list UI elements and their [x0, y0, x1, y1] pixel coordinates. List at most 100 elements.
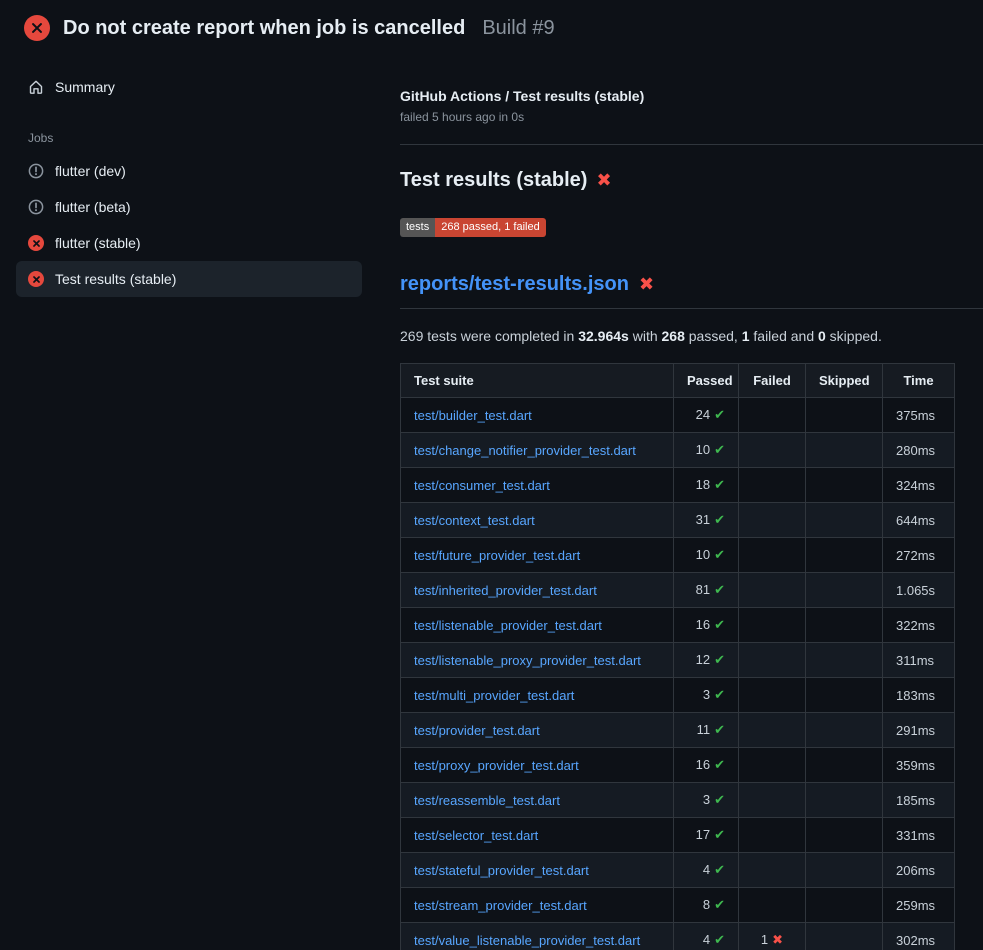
failed-cell: ✖ — [739, 783, 806, 818]
test-suite-link[interactable]: test/builder_test.dart — [414, 408, 532, 423]
test-suite-link[interactable]: test/inherited_provider_test.dart — [414, 583, 597, 598]
time-cell: 311ms — [883, 643, 955, 678]
test-suite-link[interactable]: test/change_notifier_provider_test.dart — [414, 443, 636, 458]
test-suite-link[interactable]: test/provider_test.dart — [414, 723, 540, 738]
failed-cell: ✖ — [739, 678, 806, 713]
failed-status-icon — [28, 235, 44, 251]
skipped-cell — [806, 888, 883, 923]
test-suite-link[interactable]: test/context_test.dart — [414, 513, 535, 528]
jobs-section-label: Jobs — [28, 131, 362, 145]
failed-cell: ✖ — [739, 608, 806, 643]
test-suite-link[interactable]: test/stream_provider_test.dart — [414, 898, 587, 913]
sidebar-job-item[interactable]: flutter (beta) — [16, 189, 362, 225]
passed-cell: 3✔ — [674, 783, 739, 818]
test-suite-link[interactable]: test/reassemble_test.dart — [414, 793, 560, 808]
failed-status-icon — [28, 271, 44, 287]
failed-cell: ✖ — [739, 643, 806, 678]
sidebar-job-label: flutter (stable) — [55, 235, 141, 251]
test-suite-link[interactable]: test/future_provider_test.dart — [414, 548, 580, 563]
table-header-row: Test suite Passed Failed Skipped Time — [401, 364, 955, 398]
test-suite-link[interactable]: test/listenable_provider_test.dart — [414, 618, 602, 633]
passed-cell: 4✔ — [674, 923, 739, 950]
check-icon: ✔ — [714, 688, 725, 703]
breadcrumb: GitHub Actions / Test results (stable) — [400, 88, 952, 104]
check-icon: ✔ — [714, 478, 725, 493]
section-title: Test results (stable) ✖ — [400, 169, 952, 192]
sidebar-job-item[interactable]: Test results (stable) — [16, 261, 362, 297]
skipped-cell — [806, 923, 883, 950]
sidebar-item-summary[interactable]: Summary — [16, 69, 362, 105]
check-icon: ✔ — [714, 828, 725, 843]
tests-badge-value: 268 passed, 1 failed — [435, 218, 545, 237]
passed-cell: 3✔ — [674, 678, 739, 713]
skipped-cell — [806, 748, 883, 783]
failed-cross-icon: ✖ — [639, 274, 654, 295]
passed-cell: 16✔ — [674, 608, 739, 643]
time-cell: 206ms — [883, 853, 955, 888]
failed-cell: ✖ — [739, 713, 806, 748]
report-file-link[interactable]: reports/test-results.json — [400, 273, 629, 296]
passed-cell: 24✔ — [674, 398, 739, 433]
check-icon: ✔ — [714, 933, 725, 948]
test-suite-link[interactable]: test/listenable_proxy_provider_test.dart — [414, 653, 641, 668]
check-icon: ✔ — [714, 793, 725, 808]
test-suite-link[interactable]: test/selector_test.dart — [414, 828, 538, 843]
column-header-skipped: Skipped — [806, 364, 883, 398]
skipped-cell — [806, 503, 883, 538]
table-row: test/selector_test.dart 17✔ ✖ 331ms — [401, 818, 955, 853]
failed-status-icon — [24, 15, 50, 41]
failed-cell: 1✖ — [739, 923, 806, 950]
skipped-cell — [806, 538, 883, 573]
check-icon: ✔ — [714, 583, 725, 598]
test-suite-link[interactable]: test/consumer_test.dart — [414, 478, 550, 493]
passed-cell: 12✔ — [674, 643, 739, 678]
passed-cell: 31✔ — [674, 503, 739, 538]
time-cell: 302ms — [883, 923, 955, 950]
failed-cross-icon: ✖ — [596, 170, 611, 191]
run-meta: failed 5 hours ago in 0s — [400, 110, 952, 124]
test-suite-link[interactable]: test/multi_provider_test.dart — [414, 688, 574, 703]
skipped-cell — [806, 678, 883, 713]
table-row: test/listenable_proxy_provider_test.dart… — [401, 643, 955, 678]
check-icon: ✔ — [714, 723, 725, 738]
sidebar-summary-label: Summary — [55, 79, 115, 95]
build-number: Build #9 — [482, 17, 554, 40]
passed-cell: 10✔ — [674, 538, 739, 573]
table-row: test/inherited_provider_test.dart 81✔ ✖ … — [401, 573, 955, 608]
time-cell: 291ms — [883, 713, 955, 748]
table-row: test/multi_provider_test.dart 3✔ ✖ 183ms — [401, 678, 955, 713]
check-icon: ✔ — [714, 758, 725, 773]
skipped-cell — [806, 643, 883, 678]
test-suite-link[interactable]: test/value_listenable_provider_test.dart — [414, 933, 640, 948]
summary-passed-count: 268 — [662, 328, 685, 344]
skipped-cell — [806, 398, 883, 433]
time-cell: 375ms — [883, 398, 955, 433]
check-icon: ✔ — [714, 898, 725, 913]
neutral-status-icon — [28, 163, 44, 179]
sidebar-job-item[interactable]: flutter (dev) — [16, 153, 362, 189]
time-cell: 1.065s — [883, 573, 955, 608]
time-cell: 272ms — [883, 538, 955, 573]
report-heading: reports/test-results.json ✖ — [400, 273, 983, 309]
test-results-table: Test suite Passed Failed Skipped Time te… — [400, 363, 955, 950]
time-cell: 280ms — [883, 433, 955, 468]
test-suite-link[interactable]: test/stateful_provider_test.dart — [414, 863, 589, 878]
sidebar-job-item[interactable]: flutter (stable) — [16, 225, 362, 261]
main-content: GitHub Actions / Test results (stable) f… — [376, 51, 983, 950]
passed-cell: 17✔ — [674, 818, 739, 853]
failed-cell: ✖ — [739, 398, 806, 433]
tests-badge-label: tests — [400, 218, 435, 237]
column-header-time: Time — [883, 364, 955, 398]
table-row: test/builder_test.dart 24✔ ✖ 375ms — [401, 398, 955, 433]
table-row: test/stream_provider_test.dart 8✔ ✖ 259m… — [401, 888, 955, 923]
failed-cell: ✖ — [739, 818, 806, 853]
test-suite-link[interactable]: test/proxy_provider_test.dart — [414, 758, 579, 773]
passed-cell: 81✔ — [674, 573, 739, 608]
check-icon: ✔ — [714, 548, 725, 563]
passed-cell: 16✔ — [674, 748, 739, 783]
time-cell: 322ms — [883, 608, 955, 643]
table-row: test/context_test.dart 31✔ ✖ 644ms — [401, 503, 955, 538]
failed-cell: ✖ — [739, 468, 806, 503]
table-row: test/future_provider_test.dart 10✔ ✖ 272… — [401, 538, 955, 573]
neutral-status-icon — [28, 199, 44, 215]
